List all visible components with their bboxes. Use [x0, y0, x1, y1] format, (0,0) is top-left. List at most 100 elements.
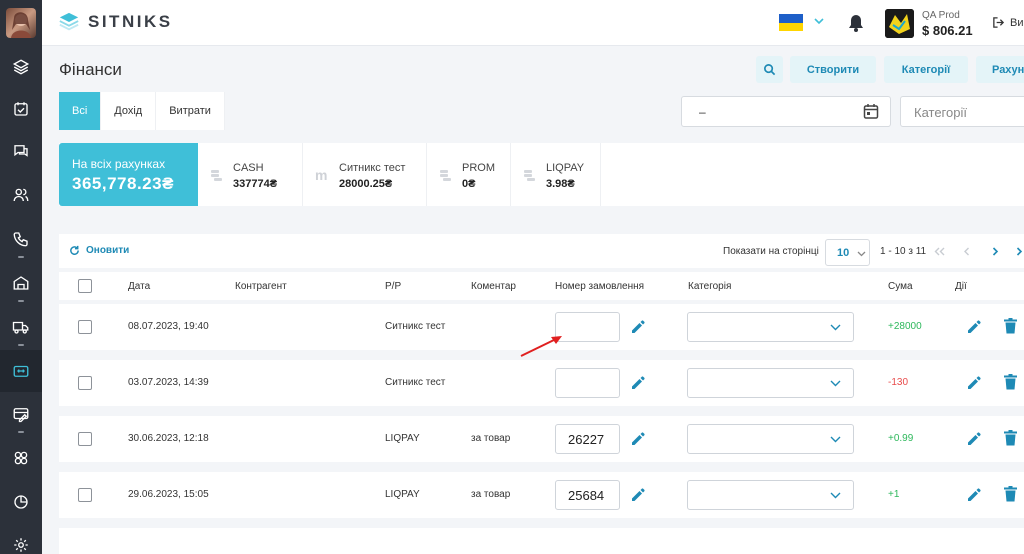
row-account: Ситникс тест — [385, 321, 446, 332]
category-filter-select[interactable]: Категорії — [900, 96, 1024, 127]
layers-icon — [12, 59, 30, 75]
row-date: 29.06.2023, 15:05 — [128, 489, 209, 500]
trash-icon[interactable] — [1004, 318, 1017, 334]
account-name: LIQPAY — [546, 162, 585, 174]
refresh-label: Оновити — [86, 245, 130, 256]
create-button[interactable]: Створити — [790, 56, 876, 83]
row-account: LIQPAY — [385, 433, 420, 444]
balance-card-liqpay[interactable]: LIQPAY 3.98₴ — [511, 143, 601, 206]
per-page-select[interactable]: 10 — [825, 239, 870, 266]
account-balance: $ 806.21 — [922, 23, 973, 38]
logout-button[interactable]: Ви — [992, 16, 1023, 29]
gear-icon — [14, 538, 28, 552]
edit-icon[interactable] — [966, 318, 982, 334]
trash-icon[interactable] — [1004, 486, 1017, 502]
sidebar-item-invoices[interactable] — [0, 393, 42, 435]
date-range-value: – — [699, 105, 706, 119]
coins-icon — [524, 170, 535, 181]
edit-icon[interactable] — [966, 374, 982, 390]
order-number-field[interactable] — [555, 368, 620, 398]
balance-card-cash[interactable]: CASH 337774₴ — [198, 143, 303, 206]
date-range-picker[interactable]: – — [681, 96, 891, 127]
pencil-icon[interactable] — [630, 374, 646, 390]
account-balances: На всіх рахунках 365,778.23₴ CASH 337774… — [59, 143, 1024, 206]
card-edit-icon — [13, 408, 29, 423]
sidebar-item-clients[interactable] — [0, 174, 42, 216]
account-amount: 0₴ — [462, 178, 476, 190]
search-icon — [764, 64, 776, 76]
table-row — [59, 528, 1024, 554]
sidebar-item-delivery[interactable] — [0, 306, 42, 348]
row-date: 08.07.2023, 19:40 — [128, 321, 209, 332]
chevron-down-icon — [857, 251, 866, 257]
app-logo[interactable]: SITNIKS — [58, 11, 173, 33]
tab-income[interactable]: Дохід — [101, 92, 157, 130]
calendar-check-icon — [14, 102, 28, 116]
trash-icon[interactable] — [1004, 430, 1017, 446]
pencil-icon[interactable] — [630, 486, 646, 502]
refresh-button[interactable]: Оновити — [69, 245, 129, 256]
sidebar-item-calls[interactable] — [0, 218, 42, 260]
category-select[interactable] — [687, 312, 854, 342]
sidebar — [0, 0, 42, 554]
next-page-icon[interactable] — [992, 247, 999, 256]
prev-page-icon[interactable] — [963, 247, 970, 256]
edit-icon[interactable] — [966, 486, 982, 502]
pencil-icon[interactable] — [630, 318, 646, 334]
column-header[interactable]: Номер замовлення — [555, 281, 644, 292]
sidebar-item-chats[interactable] — [0, 130, 42, 172]
column-header[interactable]: Дата — [128, 281, 150, 292]
row-checkbox[interactable] — [78, 320, 92, 334]
truck-icon — [12, 321, 29, 334]
sidebar-item-finance[interactable] — [0, 350, 42, 392]
total-balance-value: 365,778.23₴ — [72, 174, 174, 193]
row-checkbox[interactable] — [78, 432, 92, 446]
row-checkbox[interactable] — [78, 488, 92, 502]
select-all-checkbox[interactable] — [78, 279, 92, 293]
category-select[interactable] — [687, 424, 854, 454]
category-select[interactable] — [687, 368, 854, 398]
bell-icon[interactable] — [848, 14, 864, 32]
first-page-icon[interactable] — [934, 247, 945, 256]
categories-button[interactable]: Категорії — [884, 56, 968, 83]
order-number-value: 25684 — [568, 488, 605, 503]
trash-icon[interactable] — [1004, 374, 1017, 390]
integrations-icon — [14, 451, 28, 465]
search-button[interactable] — [756, 56, 783, 83]
phone-icon — [13, 232, 28, 247]
category-select[interactable] — [687, 480, 854, 510]
type-tabs: Всі Дохід Витрати — [59, 92, 225, 130]
sidebar-item-analytics[interactable] — [0, 481, 42, 523]
tab-all[interactable]: Всі — [59, 92, 102, 130]
chevron-down-icon[interactable] — [813, 16, 825, 26]
language-flag-ukraine[interactable] — [779, 14, 803, 31]
balance-card-prom[interactable]: PROM 0₴ — [427, 143, 511, 206]
edit-icon[interactable] — [966, 430, 982, 446]
sidebar-item-calendar[interactable] — [0, 88, 42, 130]
user-avatar[interactable] — [6, 8, 36, 38]
sidebar-item-settings[interactable] — [0, 524, 42, 554]
account-name: Ситникс тест — [339, 162, 406, 174]
pencil-icon[interactable] — [630, 430, 646, 446]
order-number-field[interactable]: 26227 — [555, 424, 620, 454]
column-header[interactable]: Сума — [888, 281, 913, 292]
account-logo[interactable] — [885, 9, 914, 38]
balance-card-sitniks-test[interactable]: m Ситникс тест 28000.25₴ — [303, 143, 427, 206]
total-balance-card[interactable]: На всіх рахунках 365,778.23₴ — [59, 143, 198, 206]
sidebar-item-integrations[interactable] — [0, 437, 42, 479]
m-logo-icon: m — [315, 168, 327, 182]
tab-expenses[interactable]: Витрати — [156, 92, 225, 130]
accounts-button[interactable]: Рахун — [976, 56, 1024, 83]
last-page-icon[interactable] — [1016, 247, 1023, 256]
coins-icon — [211, 170, 222, 181]
column-header[interactable]: Контрагент — [235, 281, 287, 292]
order-number-field[interactable]: 25684 — [555, 480, 620, 510]
sidebar-item-products[interactable] — [0, 46, 42, 88]
calendar-icon[interactable] — [863, 103, 879, 120]
per-page-label: Показати на сторінці — [723, 246, 819, 257]
row-checkbox[interactable] — [78, 376, 92, 390]
sidebar-item-warehouse[interactable] — [0, 262, 42, 304]
column-header[interactable]: Категорія — [688, 281, 731, 292]
column-header[interactable]: Коментар — [471, 281, 516, 292]
column-header[interactable]: Р/Р — [385, 281, 401, 292]
